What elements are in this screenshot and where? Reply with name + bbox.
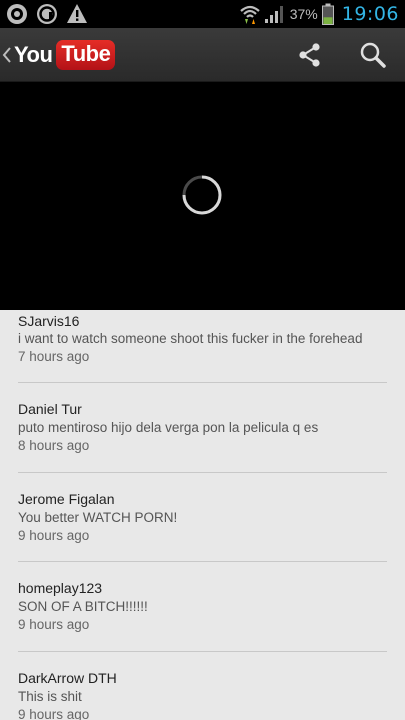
comment-author: SJarvis16 xyxy=(18,313,80,329)
comment-text: This is shit xyxy=(18,688,82,704)
comment-text: i want to watch someone shoot this fucke… xyxy=(18,331,363,346)
share-icon xyxy=(299,43,320,67)
at-icon xyxy=(37,4,57,24)
target-icon xyxy=(7,4,27,24)
logo-you: You xyxy=(14,42,53,67)
comment-item: Daniel Tur puto mentiroso hijo dela verg… xyxy=(18,383,387,473)
comment-time: 9 hours ago xyxy=(18,617,90,632)
logo-tube: Tube xyxy=(56,40,116,70)
comment-author: DarkArrow DTH xyxy=(18,669,117,686)
comment-author: Daniel Tur xyxy=(18,401,82,417)
wifi-icon xyxy=(239,5,260,24)
search-button[interactable] xyxy=(346,28,400,82)
comment-text: SON OF A BITCH!!!!!! xyxy=(18,599,148,614)
signal-icon xyxy=(264,6,283,23)
notification-icons xyxy=(6,3,88,25)
comment-item: DarkArrow DTH This is shit 9 hours ago xyxy=(18,652,387,720)
warning-icon xyxy=(67,4,87,23)
comment-author: Jerome Figalan xyxy=(18,490,115,507)
comment-text: You better WATCH PORN! xyxy=(18,509,178,525)
comment-item: Jerome Figalan You better WATCH PORN! 9 … xyxy=(18,473,387,562)
comment-time: 9 hours ago xyxy=(18,706,90,720)
comment-time: 8 hours ago xyxy=(18,438,90,453)
clock: 19:06 xyxy=(341,3,399,25)
comment-time: 9 hours ago xyxy=(18,527,90,543)
search-icon xyxy=(360,42,386,68)
status-bar: 37% 19:06 xyxy=(0,0,405,28)
system-status: 37% 19:06 xyxy=(239,0,399,28)
comment-item: homeplay123 SON OF A BITCH!!!!!! 9 hours… xyxy=(18,562,387,652)
share-button[interactable] xyxy=(283,28,337,82)
battery-icon xyxy=(321,3,334,25)
battery-percent: 37% xyxy=(289,6,318,22)
video-player[interactable] xyxy=(0,82,405,310)
comment-item: SJarvis16 i want to watch someone shoot … xyxy=(18,310,387,383)
comment-time: 7 hours ago xyxy=(18,349,90,364)
comment-text: puto mentiroso hijo dela verga pon la pe… xyxy=(18,420,319,435)
action-bar: You Tube xyxy=(0,28,405,82)
comments-list[interactable]: SJarvis16 i want to watch someone shoot … xyxy=(0,310,405,720)
loading-spinner-icon xyxy=(182,175,222,215)
home-up-button[interactable]: You Tube xyxy=(2,38,116,72)
comment-author: homeplay123 xyxy=(18,580,103,596)
chevron-left-icon xyxy=(2,47,11,63)
